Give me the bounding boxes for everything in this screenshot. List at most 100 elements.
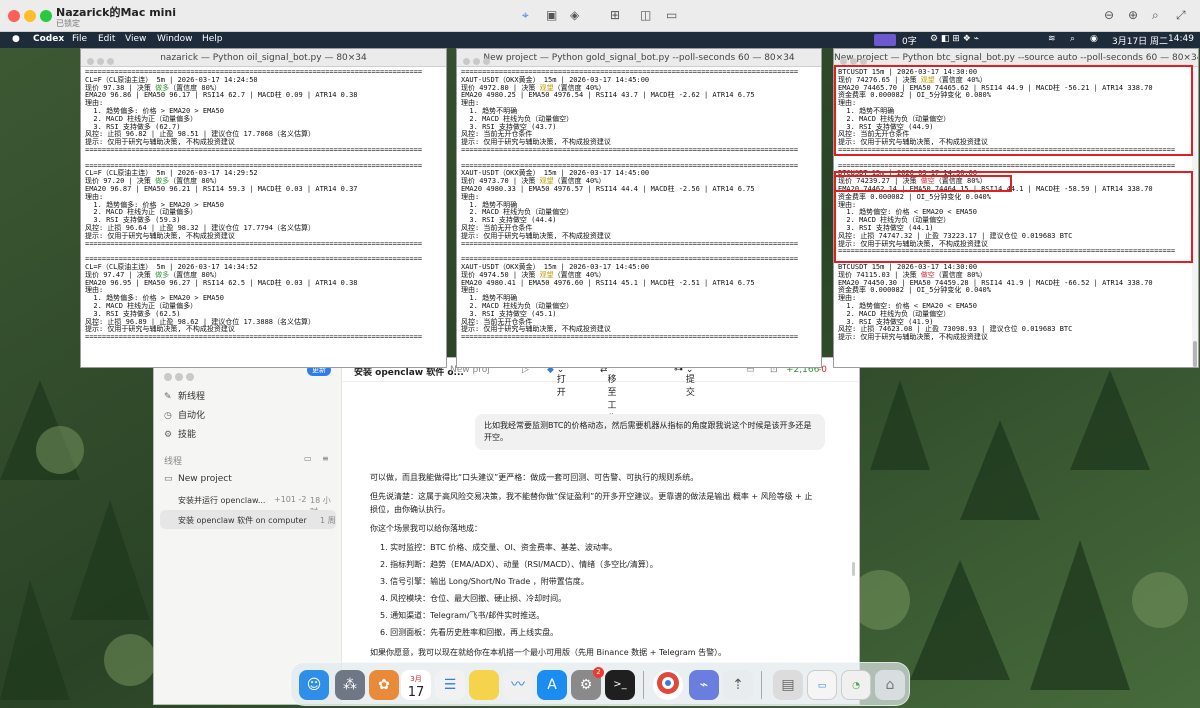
minimize-icon[interactable] bbox=[24, 10, 36, 22]
terminal-title: New project — Python gold_signal_bot.py … bbox=[483, 53, 795, 63]
thread-item-active[interactable]: 安装 openclaw 软件 on computer 1 周 bbox=[160, 510, 336, 529]
trash-icon[interactable]: ⌂ bbox=[875, 670, 905, 700]
menu-window[interactable]: Window bbox=[157, 34, 193, 44]
search-icon[interactable]: ⌕ bbox=[1152, 8, 1159, 23]
control-center-icon[interactable]: ◉ bbox=[1090, 34, 1098, 44]
dock-divider bbox=[643, 671, 644, 699]
notes-icon[interactable] bbox=[469, 670, 499, 700]
terminal-text: 3. RSI 支持做空 (45.1) bbox=[461, 309, 557, 318]
image-icon[interactable]: ▣ bbox=[546, 8, 557, 22]
decision-label: 观望 bbox=[539, 177, 554, 186]
split-view-icon[interactable]: ◫ bbox=[640, 8, 651, 22]
terminal-text: 风控: 当前无开仓条件 bbox=[461, 223, 533, 232]
input-status[interactable]: 0字 bbox=[902, 34, 917, 47]
terminal-text: ========================================… bbox=[85, 333, 423, 342]
terminal-title: New project — Python btc_signal_bot.py -… bbox=[834, 53, 1198, 63]
window-icon[interactable]: ▭ bbox=[666, 8, 677, 22]
nav-skills[interactable]: ⚙ 技能 bbox=[164, 427, 196, 440]
thread-title: 安装并运行 openclaw... bbox=[178, 496, 266, 505]
terminal-output[interactable]: ========================================… bbox=[81, 67, 446, 367]
terminal-output[interactable]: ========================================… bbox=[457, 67, 821, 367]
terminal-line: EMA20 96.87 | EMA50 96.21 | RSI14 59.3 |… bbox=[85, 185, 442, 194]
reply-list-item: 6. 回测面板：先看历史胜率和回撤，再上线实盘。 bbox=[380, 628, 559, 637]
terminal-icon[interactable]: >_ bbox=[605, 670, 635, 700]
decision-label: 做多 bbox=[155, 270, 170, 279]
terminal-text: 现价 74115.03 | 决策 bbox=[838, 270, 921, 279]
terminal-text: 提示: 仅用于研究与辅助决策, 不构成投资建议 bbox=[85, 325, 235, 334]
filter-icon[interactable]: ≡ bbox=[322, 454, 329, 463]
screen-record-icon[interactable] bbox=[874, 34, 896, 46]
zoom-icon[interactable] bbox=[40, 10, 52, 22]
window-controls[interactable] bbox=[164, 366, 194, 385]
terminal-oil[interactable]: nazarick — Python oil_signal_bot.py — 80… bbox=[80, 48, 447, 368]
dock: ☺ ⁂ ✿ 3月 17 ☰ 〰 A ⚙ 2 >_ ⌁ ⇡ ▤ ▭ ◔ ⌂ bbox=[290, 662, 910, 706]
threads-header: 线程 bbox=[164, 457, 183, 467]
layers-icon[interactable]: ◈ bbox=[570, 8, 579, 22]
scrollbar-thumb[interactable] bbox=[1193, 341, 1197, 367]
search-icon[interactable]: ⌕ bbox=[1070, 34, 1075, 44]
archive-icon[interactable]: ▤ bbox=[773, 670, 803, 700]
terminal-text: XAUT-USDT（OKX黄金） 15m | 2026-03-17 14:45:… bbox=[461, 262, 650, 271]
zoom-out-icon[interactable]: ⊖ bbox=[1104, 8, 1114, 22]
chrome-thumb-icon[interactable]: ◔ bbox=[841, 670, 871, 700]
folder-add-icon[interactable]: ▭ bbox=[304, 454, 312, 463]
apple-icon[interactable]: ● bbox=[12, 34, 20, 44]
thread-age: 1 周 bbox=[320, 516, 336, 525]
nav-label: 新线程 bbox=[178, 392, 206, 402]
grid-icon[interactable]: ⊞ bbox=[610, 8, 620, 22]
terminal-text: ========================================… bbox=[85, 255, 423, 264]
chat-area: 比如我经常要监测BTC的价格动态，然后需要机器从指标的角度跟我说这个时候是该开多… bbox=[342, 382, 859, 704]
pointer-icon[interactable]: ⌖ bbox=[522, 8, 529, 23]
terminal-text: 1. 趋势偏多: 价格 > EMA20 > EMA50 bbox=[85, 294, 224, 303]
terminal-line: ========================================… bbox=[85, 333, 442, 342]
menu-status-icons[interactable]: ⚙ ◧ ⊞ ❖ ⌁ bbox=[930, 34, 979, 44]
window-controls[interactable] bbox=[463, 54, 493, 66]
menu-help[interactable]: Help bbox=[202, 34, 223, 44]
calendar-icon[interactable]: 3月 17 bbox=[401, 670, 431, 700]
terminal-text: 提示: 仅用于研究与辅助决策, 不构成投资建议 bbox=[85, 138, 235, 147]
terminal-line: EMA20 4980.33 | EMA50 4976.57 | RSI14 44… bbox=[461, 185, 817, 194]
terminal-text: EMA20 96.86 | EMA50 96.17 | RSI14 62.7 |… bbox=[85, 91, 358, 100]
terminal-line: ========================================… bbox=[85, 240, 442, 249]
terminal-gold[interactable]: New project — Python gold_signal_bot.py … bbox=[456, 48, 822, 368]
dock-divider bbox=[761, 671, 762, 699]
nav-automation[interactable]: ◷ 自动化 bbox=[164, 408, 205, 421]
appstore-icon[interactable]: A bbox=[537, 670, 567, 700]
project-name: New project bbox=[178, 474, 232, 484]
menu-view[interactable]: View bbox=[125, 34, 146, 44]
remote-icon[interactable]: ⌁ bbox=[689, 670, 719, 700]
menu-date[interactable]: 3月17日 周二 bbox=[1112, 34, 1168, 47]
terminal-text: （置信度 80%） bbox=[934, 270, 987, 279]
close-icon[interactable] bbox=[8, 10, 20, 22]
terminal-text: 1. 趋势不明确 bbox=[461, 106, 518, 115]
terminal-text: 理由: bbox=[461, 192, 480, 201]
menu-app-name[interactable]: Codex bbox=[33, 34, 64, 44]
reminders-icon[interactable]: ☰ bbox=[435, 670, 465, 700]
thread-item[interactable]: 安装并运行 openclaw... +101 -2 18 小时 bbox=[160, 491, 336, 516]
project-folder[interactable]: ▭ New project bbox=[164, 474, 232, 484]
chat-scrollbar[interactable] bbox=[852, 562, 855, 576]
fullscreen-icon[interactable]: ⤢ bbox=[1176, 8, 1186, 23]
zoom-in-icon[interactable]: ⊕ bbox=[1128, 8, 1138, 22]
terminal-text: ========================================… bbox=[461, 239, 799, 248]
menu-file[interactable]: File bbox=[72, 34, 87, 44]
wifi-icon[interactable]: ≋ bbox=[1048, 34, 1056, 44]
viewer-subtitle: 已锁定 bbox=[56, 19, 80, 28]
chrome-icon[interactable] bbox=[653, 670, 683, 700]
freeform-icon[interactable]: 〰 bbox=[503, 670, 533, 700]
settings-icon[interactable]: ⚙ 2 bbox=[571, 667, 604, 700]
window-thumb-icon[interactable]: ▭ bbox=[807, 670, 837, 700]
menu-edit[interactable]: Edit bbox=[98, 34, 115, 44]
rocket-icon[interactable]: ⇡ bbox=[723, 670, 753, 700]
terminal-text: （置信度 80%） bbox=[169, 177, 222, 186]
terminal-text: ========================================… bbox=[461, 333, 799, 342]
launchpad-icon[interactable]: ⁂ bbox=[335, 670, 365, 700]
finder-icon[interactable]: ☺ bbox=[299, 670, 329, 700]
menu-time[interactable]: 14:49 bbox=[1168, 34, 1194, 44]
photos-icon[interactable]: ✿ bbox=[369, 670, 399, 700]
terminal-text: 提示: 仅用于研究与辅助决策, 不构成投资建议 bbox=[461, 231, 611, 240]
terminal-text: ========================================… bbox=[461, 68, 799, 76]
window-controls[interactable] bbox=[87, 54, 117, 66]
nav-new-thread[interactable]: ✎ 新线程 bbox=[164, 389, 205, 402]
reply-list-item: 5. 通知渠道：Telegram/飞书/邮件实时推送。 bbox=[380, 611, 545, 620]
